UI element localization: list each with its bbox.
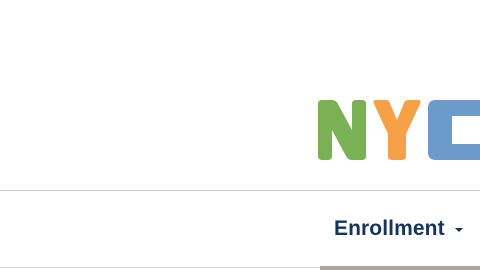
nav-item-enrollment[interactable]: Enrollment	[334, 215, 463, 243]
main-nav: Enrollment	[0, 191, 480, 268]
logo-letter-c	[428, 100, 480, 160]
site-header	[0, 0, 480, 190]
caret-down-icon	[454, 228, 463, 232]
page: Enrollment	[0, 0, 480, 270]
logo-letter-n	[318, 100, 366, 160]
nav-bottom-divider	[0, 267, 320, 268]
content-image-edge	[320, 266, 480, 270]
nyc-logo[interactable]	[318, 100, 480, 160]
logo-letter-y	[373, 100, 421, 160]
nav-item-label: Enrollment	[334, 217, 445, 240]
